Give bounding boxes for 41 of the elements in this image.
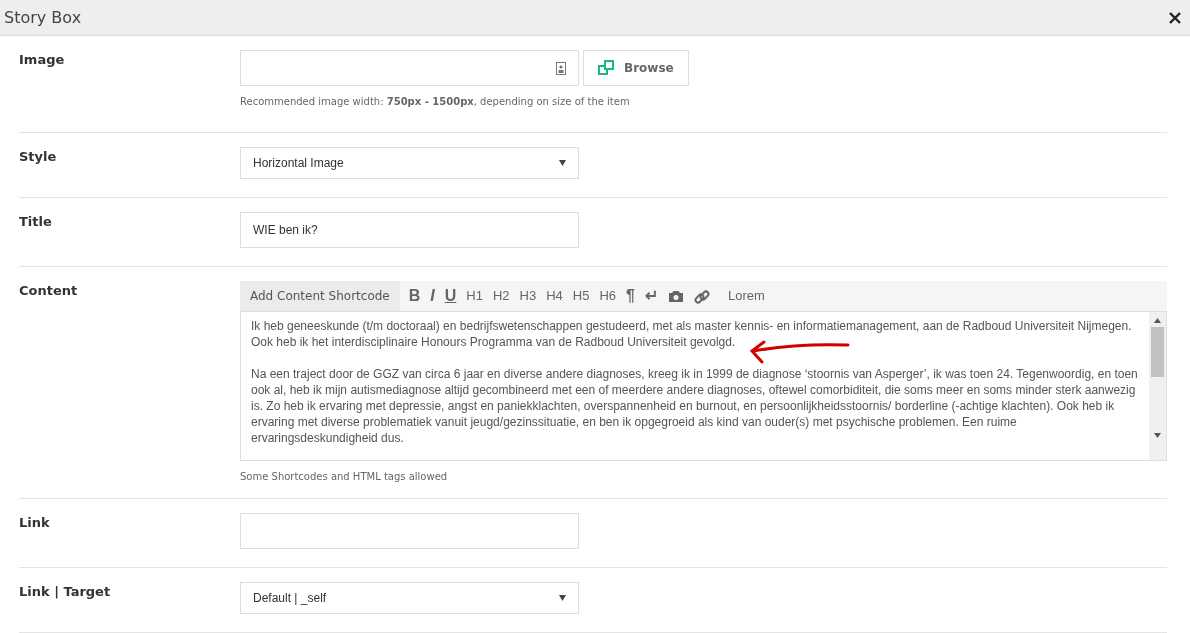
caret-icon	[559, 595, 566, 601]
toolbar-button[interactable]: H2	[487, 281, 515, 311]
help-text: Some Shortcodes and HTML tags allowed	[240, 470, 449, 484]
text-field[interactable]: WIE ben ik?	[240, 212, 579, 248]
close-icon	[1169, 11, 1181, 24]
text-field[interactable]	[240, 513, 579, 549]
scroll-thumb[interactable]	[1151, 327, 1164, 377]
paragraph: Na een traject door de GGZ van circa 6 jaar en diverse andere diagnoses, kreeg ik in 1999 de diagnose ‘stoornis van Asperger’, ik was toen 24. Tegenwoordig, en toen ook al, heb ik mijn autismediagnose altijd gecombineerd met een of meerdere andere diagnoses, oftewel comorbiditeit, die soms meer en soms minder sterk aanwezig is. Zo heb ik ervaring met depressie, angst en paniekklachten, overspannenheid en burnout, en persoonlijkheidsstoornis/ borderline (-achtige klachten). Ook heb ik ervaring met diverse problematiek vanuit jeugd/gezinssituatie, en ben ik opgegroeid als kind van ouder(s) met psychische problemen. Een ruime ervaringsdeskundigheid dus.	[251, 366, 1139, 446]
toolbar-button[interactable]: ¶	[621, 281, 640, 311]
toolbar-button[interactable]: B	[403, 281, 426, 311]
scroll-up-icon[interactable]	[1154, 318, 1161, 323]
window-title: Story Box	[4, 6, 82, 29]
link-icon	[693, 288, 710, 305]
toolbar-button[interactable]: H5	[567, 281, 595, 311]
field-label: Title	[19, 213, 53, 231]
lorem-button[interactable]: Lorem	[722, 281, 770, 311]
camera-icon	[667, 290, 684, 304]
toolbar-button[interactable]: H1	[461, 281, 488, 311]
caret-icon	[559, 160, 566, 166]
browse-button[interactable]: Browse	[583, 50, 689, 86]
select-field[interactable]: Horizontal Image	[240, 147, 579, 179]
field-label: Style	[19, 148, 58, 166]
field-label: Link | Target	[19, 583, 112, 601]
shortcode-button[interactable]: Add Content Shortcode	[240, 281, 400, 311]
toolbar-button[interactable]: ↵	[639, 281, 663, 311]
field-label: Content	[19, 282, 79, 300]
toolbar-button[interactable]: H6	[594, 281, 622, 311]
paragraph: Ik heb geneeskunde (t/m doctoraal) en bedrijfswetenschappen gestudeerd, met als master kennis- en informatiemanagement, aan de Radboud Universiteit Nijmegen. Ook heb ik het interdisciplinaire Honours Programma van de Radboud Universiteit gevolgd.	[251, 318, 1133, 350]
image-url-field[interactable]	[240, 50, 579, 86]
help-text: Recommended image width: 750px - 1500px, depending on size of the item	[240, 95, 631, 109]
portrait-icon	[556, 61, 566, 75]
toolbar-button[interactable]: U	[439, 281, 462, 311]
field-label: Image	[19, 51, 66, 69]
field-label: Link	[19, 514, 51, 532]
select-field[interactable]: Default | _self	[240, 582, 579, 614]
content-textarea[interactable]	[240, 311, 1167, 461]
toolbar-button[interactable]: I	[425, 281, 440, 311]
scroll-down-icon[interactable]	[1154, 433, 1161, 438]
toolbar-button[interactable]: H3	[514, 281, 542, 311]
copy-icon	[598, 60, 614, 76]
toolbar-button[interactable]: H4	[541, 281, 568, 311]
